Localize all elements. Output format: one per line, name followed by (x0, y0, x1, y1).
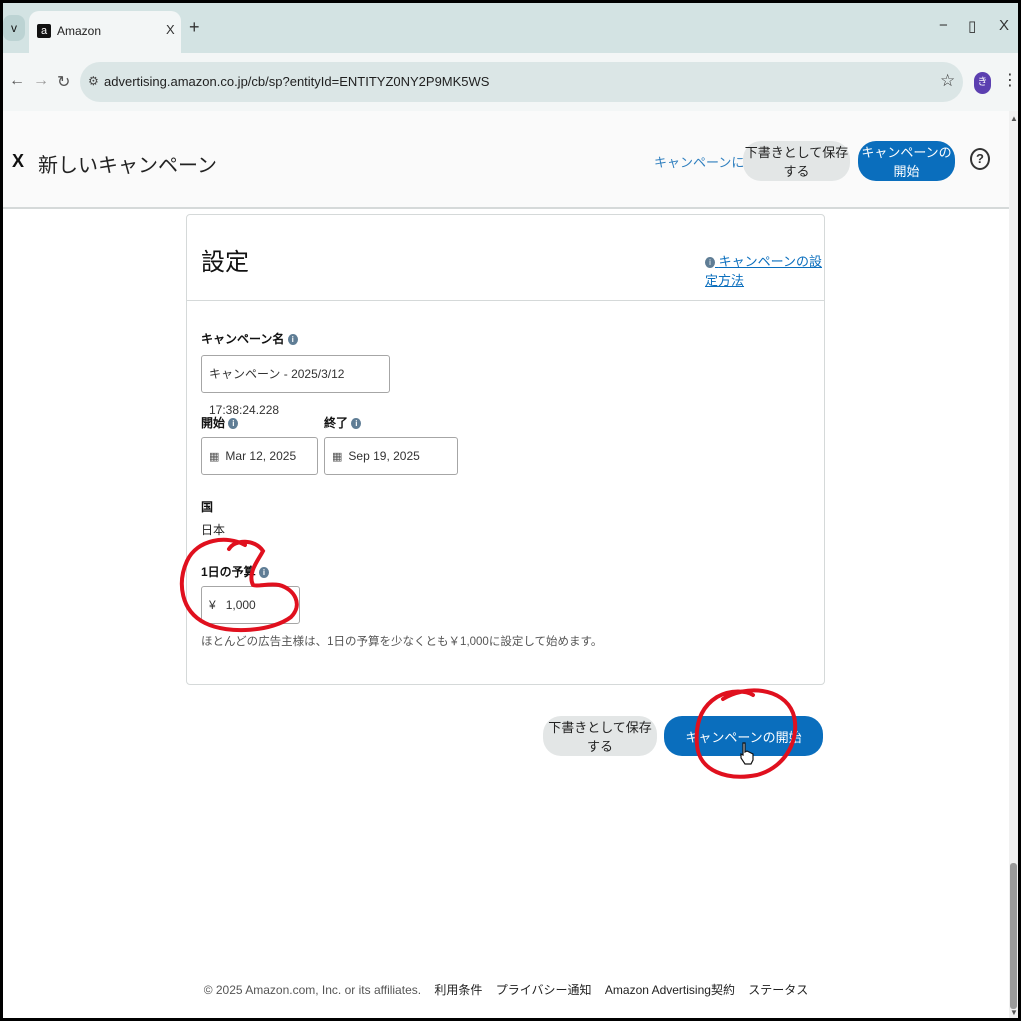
start-date-input[interactable]: ▦ Mar 12, 2025 (201, 437, 318, 475)
info-icon[interactable]: i (228, 418, 239, 429)
scroll-up-icon[interactable]: ▲ (1010, 114, 1018, 123)
profile-avatar[interactable]: き (974, 72, 991, 94)
currency-symbol: ¥ (209, 598, 216, 612)
new-tab-button[interactable]: + (189, 17, 200, 38)
footer-link-agreement[interactable]: Amazon Advertising契約 (605, 983, 735, 997)
calendar-icon: ▦ (209, 451, 220, 463)
tab-search-button[interactable]: v (3, 15, 25, 41)
tab-title: Amazon (57, 24, 102, 38)
forward-arrow-icon[interactable]: → (33, 72, 49, 90)
browser-window: v a Amazon X + − ▯ X ← → ↻ ⚙ advertising… (3, 3, 1018, 1018)
settings-guide-label[interactable]: キャンペーンの設定方法 (705, 254, 822, 288)
budget-hint-text: ほとんどの広告主様は、1日の予算を少なくとも￥1,000に設定して始めます。 (201, 636, 603, 648)
page-footer: © 2025 Amazon.com, Inc. or its affiliate… (3, 981, 1009, 998)
copyright-text: © 2025 Amazon.com, Inc. or its affiliate… (203, 983, 422, 997)
header-launch-button[interactable]: キャンペーンの開始 (858, 141, 955, 181)
footer-link-privacy[interactable]: プライバシー通知 (496, 983, 592, 997)
browser-toolbar: ← → ↻ ⚙ advertising.amazon.co.jp/cb/sp?e… (3, 53, 1018, 111)
info-icon: i (705, 257, 715, 268)
help-icon[interactable]: ? (970, 148, 990, 170)
campaign-name-value: キャンペーン - 2025/3/12 17:38:24.228 (209, 367, 345, 417)
campaign-header: X 新しいキャンペーン キャンペーンに戻る 下書きとして保存する キャンペーンの… (3, 111, 1009, 209)
footer-link-terms[interactable]: 利用条件 (434, 983, 482, 997)
page-title: 新しいキャンペーン (38, 155, 217, 177)
info-icon[interactable]: i (287, 334, 298, 345)
window-close-button[interactable]: X (999, 17, 1009, 34)
tab-close-icon[interactable]: X (166, 22, 175, 37)
restore-button[interactable]: ▯ (968, 17, 976, 35)
browser-menu-icon[interactable]: ⋮ (1002, 70, 1018, 90)
end-date-label: 終了 i (324, 414, 362, 431)
country-label: 国 (201, 500, 214, 514)
campaign-name-label: キャンペーン名 i (201, 330, 298, 347)
tab-amazon[interactable]: a Amazon X (29, 11, 181, 53)
page-scrollbar[interactable]: ▲ ▼ (1009, 111, 1018, 1018)
calendar-icon: ▦ (332, 451, 343, 463)
close-icon[interactable]: X (12, 151, 24, 172)
start-date-value: Mar 12, 2025 (225, 449, 297, 463)
info-icon[interactable]: i (351, 418, 362, 429)
start-date-label-text: 開始 (201, 416, 226, 430)
tab-bar: v a Amazon X + − ▯ X (3, 3, 1018, 53)
settings-card-header: 設定 i キャンペーンの設定方法 (187, 215, 824, 301)
daily-budget-label: 1日の予算 i (201, 563, 270, 580)
daily-budget-label-text: 1日の予算 (201, 565, 256, 579)
info-icon[interactable]: i (259, 567, 270, 578)
address-bar[interactable]: ⚙ advertising.amazon.co.jp/cb/sp?entityI… (80, 62, 963, 102)
amazon-favicon-icon: a (37, 24, 51, 38)
footer-link-status[interactable]: ステータス (748, 983, 808, 997)
campaign-name-label-text: キャンペーン名 (201, 332, 285, 346)
bookmark-star-icon[interactable]: ☆ (940, 71, 955, 91)
end-date-label-text: 終了 (324, 416, 349, 430)
save-draft-button[interactable]: 下書きとして保存する (543, 716, 657, 756)
header-save-draft-button[interactable]: 下書きとして保存する (743, 141, 850, 181)
daily-budget-input[interactable]: ¥1,000 (201, 586, 300, 624)
reload-icon[interactable]: ↻ (57, 72, 70, 92)
end-date-value: Sep 19, 2025 (348, 449, 420, 463)
url-text[interactable]: advertising.amazon.co.jp/cb/sp?entityId=… (104, 74, 489, 89)
scroll-thumb[interactable] (1010, 863, 1017, 1009)
settings-card: 設定 i キャンペーンの設定方法 キャンペーン名 i キャンペーン - 2025… (186, 214, 825, 685)
launch-campaign-button[interactable]: キャンペーンの開始 (664, 716, 823, 756)
back-arrow-icon[interactable]: ← (9, 72, 25, 90)
campaign-name-input[interactable]: キャンペーン - 2025/3/12 17:38:24.228 (201, 355, 390, 417)
end-date-input[interactable]: ▦ Sep 19, 2025 (324, 437, 458, 475)
site-info-icon[interactable]: ⚙ (88, 74, 99, 88)
settings-title: 設定 (201, 249, 249, 276)
country-value: 日本 (201, 523, 226, 537)
settings-guide-link[interactable]: i キャンペーンの設定方法 (705, 251, 824, 289)
scroll-down-icon[interactable]: ▼ (1010, 1008, 1018, 1017)
start-date-label: 開始 i (201, 414, 239, 431)
minimize-button[interactable]: − (939, 17, 948, 34)
daily-budget-value: 1,000 (225, 598, 256, 612)
